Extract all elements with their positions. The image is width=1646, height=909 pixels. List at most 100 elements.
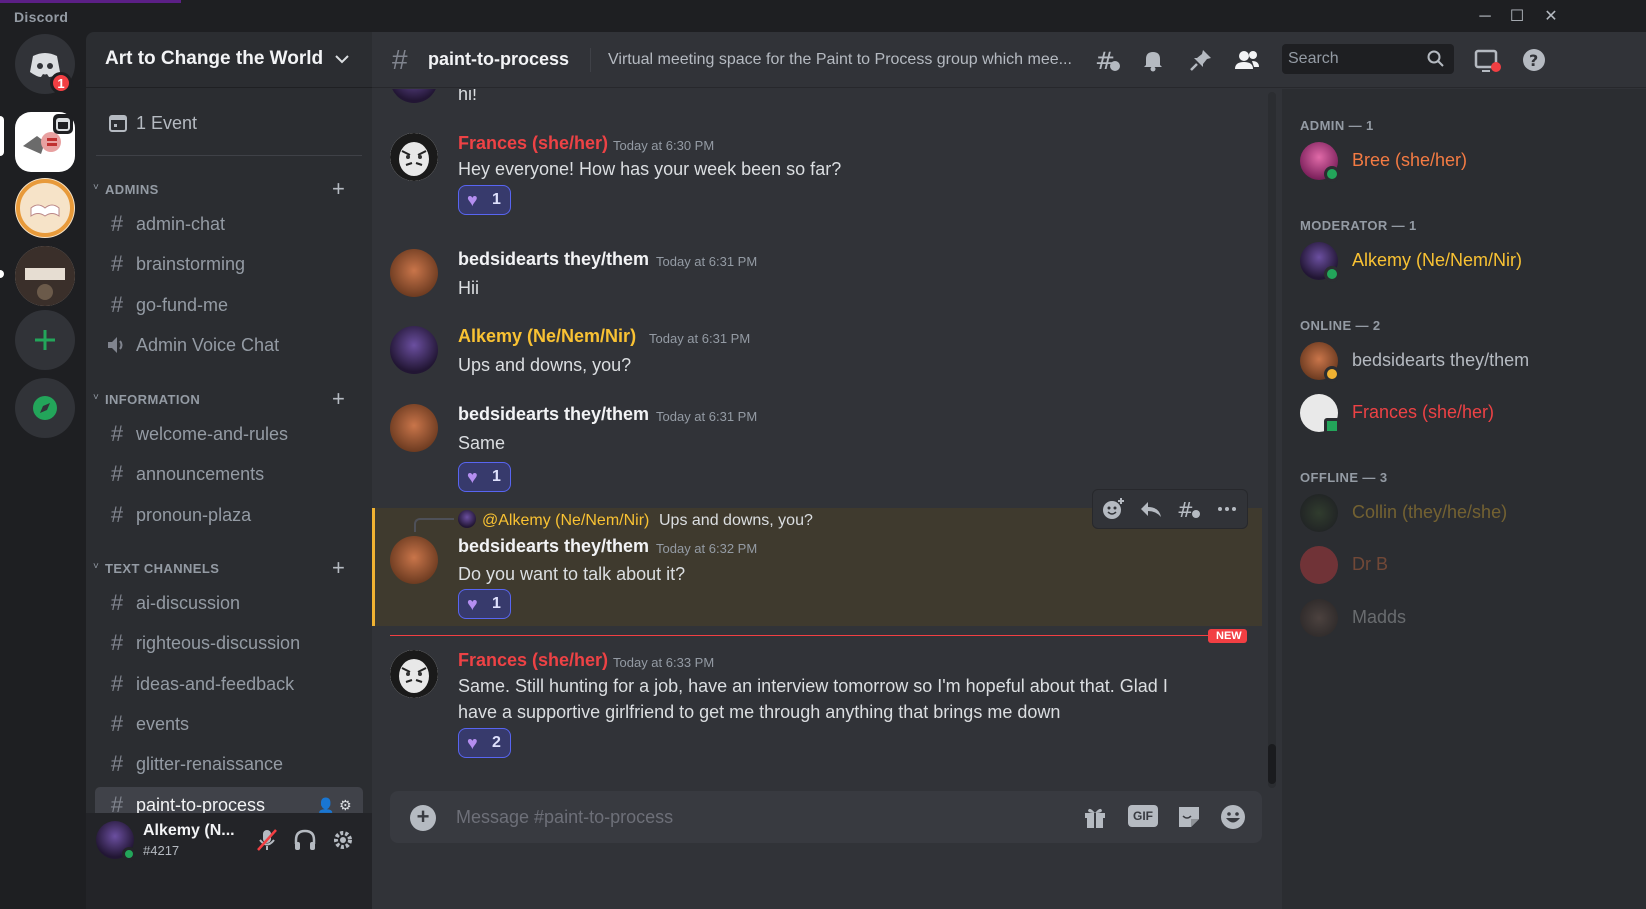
- message-author[interactable]: Alkemy (Ne/Nem/Nir): [458, 326, 636, 347]
- channel-events[interactable]: # events: [95, 706, 363, 742]
- hashtag-icon: #: [110, 671, 124, 696]
- create-channel-icon[interactable]: +: [332, 178, 345, 200]
- member-item[interactable]: Frances (she/her): [1290, 390, 1630, 436]
- notification-badge: 1: [50, 72, 72, 94]
- member-item[interactable]: Alkemy (Ne/Nem/Nir): [1290, 238, 1630, 284]
- member-item[interactable]: Collin (they/he/she): [1290, 490, 1630, 536]
- settings-gear-icon[interactable]: [328, 825, 358, 855]
- explore-servers-button[interactable]: [15, 378, 75, 438]
- add-reaction-icon[interactable]: [1099, 495, 1127, 523]
- threads-icon[interactable]: #: [1092, 45, 1122, 75]
- channel-glitter-renaissance[interactable]: # glitter-renaissance: [95, 746, 363, 782]
- category-text-channels[interactable]: ˅ TEXT CHANNELS +: [86, 557, 372, 581]
- gif-button[interactable]: GIF: [1128, 805, 1158, 827]
- minimize-icon[interactable]: ─: [1471, 6, 1499, 28]
- idle-status-icon: [1324, 366, 1340, 382]
- message-author[interactable]: Frances (she/her): [458, 650, 608, 671]
- notification-bell-icon[interactable]: [1138, 45, 1168, 75]
- search-box[interactable]: [1282, 44, 1454, 74]
- channel-admin-chat[interactable]: # admin-chat: [95, 206, 363, 242]
- reaction-heart[interactable]: ♥ 1: [458, 185, 511, 215]
- maximize-icon[interactable]: ☐: [1503, 6, 1531, 28]
- user-tag: #4217: [143, 843, 180, 858]
- unread-pill: [0, 270, 4, 278]
- channel-ai-discussion[interactable]: # ai-discussion: [95, 585, 363, 621]
- member-name: bedsidearts they/them: [1352, 350, 1530, 370]
- category-information[interactable]: ˅ INFORMATION +: [86, 388, 372, 412]
- hashtag-icon: #: [110, 461, 124, 486]
- close-icon[interactable]: ✕: [1537, 6, 1565, 28]
- upload-plus-button[interactable]: +: [410, 805, 436, 831]
- gear-icon[interactable]: ⚙: [339, 797, 352, 814]
- channel-ideas-and-feedback[interactable]: # ideas-and-feedback: [95, 666, 363, 702]
- scrollbar-track[interactable]: [1268, 92, 1276, 788]
- emoji-icon[interactable]: [1218, 802, 1248, 832]
- avatar[interactable]: [390, 326, 438, 374]
- channel-label: brainstorming: [136, 254, 246, 274]
- avatar[interactable]: [390, 404, 438, 452]
- message-author[interactable]: bedsidearts they/them: [458, 536, 649, 557]
- avatar[interactable]: [390, 249, 438, 297]
- member-item[interactable]: Dr B: [1290, 542, 1630, 588]
- reply-mention[interactable]: @Alkemy (Ne/Nem/Nir): [482, 512, 649, 530]
- gift-icon[interactable]: [1080, 802, 1110, 832]
- mute-icon[interactable]: [252, 825, 282, 855]
- server-icon-book: [16, 179, 74, 237]
- avatar[interactable]: [390, 650, 438, 698]
- channel-announcements[interactable]: # announcements: [95, 456, 363, 492]
- channel-label: events: [136, 714, 190, 734]
- member-item[interactable]: Bree (she/her): [1290, 138, 1630, 184]
- invite-icon[interactable]: 👤: [317, 797, 334, 814]
- guild-header[interactable]: Art to Change the World: [86, 32, 372, 88]
- reaction-heart[interactable]: ♥ 1: [458, 462, 511, 492]
- create-channel-icon[interactable]: +: [332, 557, 345, 579]
- create-thread-icon[interactable]: #: [1175, 495, 1203, 523]
- create-channel-icon[interactable]: +: [332, 388, 345, 410]
- member-name: Frances (she/her): [1352, 402, 1495, 422]
- reaction-heart[interactable]: ♥ 1: [458, 589, 511, 619]
- reaction-heart[interactable]: ♥ 2: [458, 728, 511, 758]
- hashtag-icon: #: [110, 502, 124, 527]
- category-label: ADMINS: [105, 182, 159, 197]
- channel-brainstorming[interactable]: # brainstorming: [95, 246, 363, 282]
- category-admins[interactable]: ˅ ADMINS +: [86, 178, 372, 202]
- avatar[interactable]: [390, 536, 438, 584]
- message-author[interactable]: Frances (she/her): [458, 133, 608, 154]
- member-list-icon[interactable]: [1232, 45, 1262, 75]
- scrollbar-thumb[interactable]: [1268, 744, 1276, 784]
- reply-icon[interactable]: [1137, 495, 1165, 523]
- server-writing-group[interactable]: [15, 178, 75, 238]
- more-options-icon[interactable]: [1213, 495, 1241, 523]
- channel-welcome-and-rules[interactable]: # welcome-and-rules: [95, 416, 363, 452]
- message-input[interactable]: [456, 803, 1056, 831]
- reply-preview-text[interactable]: Ups and downs, you?: [659, 512, 813, 530]
- events-button[interactable]: 1 Event: [96, 104, 361, 142]
- channel-admin-voice-chat[interactable]: Admin Voice Chat: [95, 327, 363, 363]
- member-item[interactable]: bedsidearts they/them: [1290, 338, 1630, 384]
- message-content: hi!: [458, 89, 478, 104]
- message-author[interactable]: bedsidearts they/them: [458, 404, 649, 425]
- sticker-icon[interactable]: [1174, 802, 1204, 832]
- app-title: Discord: [14, 9, 69, 25]
- headphones-icon[interactable]: [290, 825, 320, 855]
- inbox-icon[interactable]: [1472, 45, 1502, 75]
- add-server-button[interactable]: [15, 310, 75, 370]
- help-icon[interactable]: ?: [1519, 45, 1549, 75]
- avatar[interactable]: [390, 89, 438, 103]
- channel-label: welcome-and-rules: [136, 424, 289, 444]
- channel-topic[interactable]: Virtual meeting space for the Paint to P…: [608, 51, 1078, 69]
- hashtag-icon: #: [110, 421, 124, 446]
- avatar[interactable]: [390, 133, 438, 181]
- search-input[interactable]: [1288, 48, 1418, 70]
- channel-label: righteous-discussion: [136, 633, 301, 653]
- avatar: [1300, 546, 1338, 584]
- channel-pronoun-plaza[interactable]: # pronoun-plaza: [95, 497, 363, 533]
- message-timestamp: Today at 6:31 PM: [656, 254, 758, 269]
- message-author[interactable]: bedsidearts they/them: [458, 249, 649, 270]
- channel-label: announcements: [136, 464, 265, 484]
- channel-righteous-discussion[interactable]: # righteous-discussion: [95, 625, 363, 661]
- channel-go-fund-me[interactable]: # go-fund-me: [95, 287, 363, 323]
- pin-icon[interactable]: [1186, 45, 1216, 75]
- server-future-authors[interactable]: [15, 246, 75, 306]
- member-item[interactable]: Madds: [1290, 595, 1630, 641]
